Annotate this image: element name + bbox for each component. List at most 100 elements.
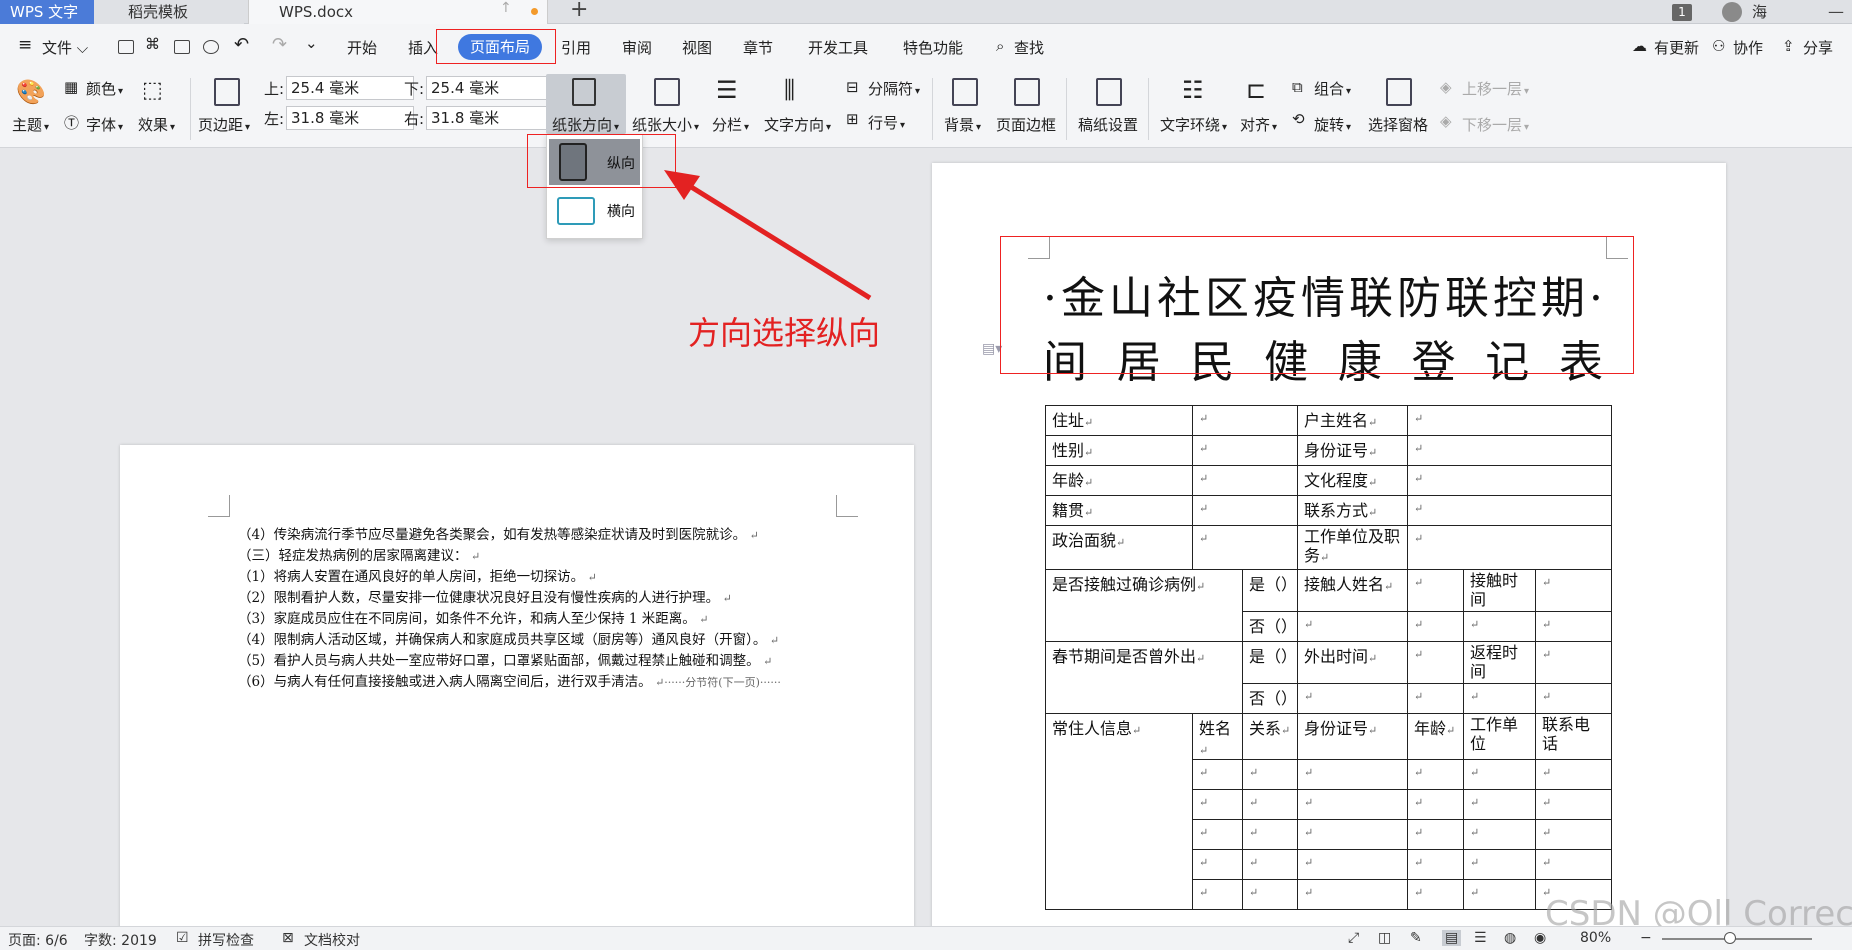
table-cell[interactable]: ↵ [1192,495,1298,526]
right-margin-input[interactable]: 31.8 毫米 [426,106,554,130]
save-icon[interactable] [118,40,134,54]
table-cell[interactable]: ↵ [1407,435,1612,466]
table-cell[interactable]: ↵ [1192,789,1243,820]
print-icon[interactable] [174,40,190,54]
tab-insert[interactable]: 插入 [408,37,438,58]
table-cell[interactable]: 年龄↵ [1045,465,1193,496]
table-cell[interactable]: ↵ [1297,683,1408,714]
table-cell[interactable]: 性别↵ [1045,435,1193,466]
file-menu[interactable]: 文件 ⌵ [42,37,88,58]
table-cell[interactable]: 常住人信息↵ [1045,713,1193,910]
table-cell[interactable]: ↵ [1535,569,1612,612]
hamburger-icon[interactable]: ≡ [18,35,32,55]
registration-table[interactable]: 住址↵ ↵ 户主姓名↵ ↵ 性别↵ ↵ 身份证号↵ ↵ 年龄↵ ↵ 文化程度↵ … [1045,405,1612,910]
group-button[interactable]: 组合 [1314,78,1351,99]
table-cell[interactable]: ↵ [1463,759,1536,790]
left-margin-input[interactable]: 31.8 毫米 [286,106,414,130]
table-cell[interactable]: 是否接触过确诊病例↵ [1045,569,1243,642]
table-cell[interactable]: ↵ [1297,879,1408,910]
table-cell[interactable]: ↵ [1297,759,1408,790]
table-cell[interactable]: ↵ [1192,759,1243,790]
table-cell[interactable]: ↵ [1407,465,1612,496]
table-cell[interactable]: ↵ [1407,525,1612,570]
collaborate-button[interactable]: 协作 [1733,37,1763,58]
tab-wps-app[interactable]: WPS 文字 [0,0,94,24]
columns-button[interactable]: 分栏 [712,114,749,135]
document-page-left[interactable]: （4）传染病流行季节应尽量避免各类聚会，如有发热等感染症状请及时到医院就诊。 ↵… [120,445,914,950]
table-cell[interactable]: 关系↵ [1242,713,1298,760]
avatar[interactable] [1722,2,1742,22]
table-cell[interactable]: ↵ [1535,819,1612,850]
columns-icon[interactable]: ☰ [716,76,738,104]
upload-icon[interactable]: ↑ [500,0,512,16]
fullscreen-icon[interactable]: ⤢ [1348,930,1359,946]
format-painter-icon[interactable]: ⌘ [145,35,160,53]
word-count[interactable]: 字数: 2019 [84,930,157,950]
table-cell[interactable]: 文化程度↵ [1297,465,1408,496]
search-icon[interactable]: ⌕ [996,37,1004,55]
table-cell[interactable]: 外出时间↵ [1297,641,1408,684]
table-cell[interactable]: ↵ [1297,611,1408,642]
table-cell[interactable]: ↵ [1407,641,1464,684]
background-icon[interactable] [952,78,978,106]
table-cell[interactable]: ↵ [1407,879,1464,910]
table-cell[interactable]: ↵ [1407,789,1464,820]
user-name[interactable]: 海 [1752,0,1767,24]
table-cell[interactable]: ↵ [1463,849,1536,880]
table-cell[interactable]: ↵ [1192,879,1243,910]
tab-features[interactable]: 特色功能 [903,37,963,58]
page-view-icon[interactable]: ▤ [1442,930,1462,946]
table-cell[interactable]: 身份证号↵ [1297,435,1408,466]
table-cell[interactable]: ↵ [1463,611,1536,642]
table-cell[interactable]: 联系电话 [1535,713,1612,760]
redo-icon[interactable]: ↷ [272,34,287,55]
grid-paper-icon[interactable] [1096,78,1122,106]
edit-mode-icon[interactable]: ✎ [1410,930,1422,946]
table-cell[interactable]: 政治面貌↵ [1045,525,1193,570]
vertical-scrollbar[interactable] [1842,148,1852,926]
table-cell[interactable]: ↵ [1463,683,1536,714]
color-button[interactable]: 颜色 [86,78,123,99]
bring-forward-button[interactable]: 上移一层 [1462,78,1529,99]
table-cell[interactable]: ↵ [1535,849,1612,880]
share-button[interactable]: 分享 [1803,37,1833,58]
top-margin-input[interactable]: 25.4 毫米 [286,76,414,100]
table-cell[interactable]: 工作单位 [1463,713,1536,760]
table-cell[interactable]: 工作单位及职务↵ [1297,525,1408,570]
rotate-button[interactable]: 旋转 [1314,114,1351,135]
page-border-icon[interactable] [1014,78,1040,106]
table-cell[interactable]: 接触人姓名↵ [1297,569,1408,612]
table-cell[interactable]: ↵ [1407,683,1464,714]
table-cell[interactable]: ↵ [1297,849,1408,880]
table-cell[interactable]: ↵ [1407,405,1612,436]
page-border-button[interactable]: 页面边框 [996,114,1056,135]
landscape-option[interactable]: 横向 [549,187,640,233]
table-cell[interactable]: ↵ [1192,849,1243,880]
table-cell[interactable]: 联系方式↵ [1297,495,1408,526]
effect-button[interactable]: 效果 [138,114,175,135]
zoom-slider-handle[interactable] [1724,932,1736,944]
table-cell[interactable]: ↵ [1242,819,1298,850]
eye-protection-icon[interactable]: ◉ [1534,930,1546,946]
selection-pane-icon[interactable] [1386,78,1412,106]
tab-start[interactable]: 开始 [347,37,377,58]
minimize-icon[interactable]: — [1828,0,1844,24]
update-button[interactable]: 有更新 [1654,37,1699,58]
table-cell[interactable]: ↵ [1407,759,1464,790]
table-cell[interactable]: ↵ [1192,405,1298,436]
table-cell[interactable]: ↵ [1463,789,1536,820]
table-cell[interactable]: 住址↵ [1045,405,1193,436]
window-count-badge[interactable]: 1 [1672,4,1692,21]
table-cell[interactable]: ↵ [1192,435,1298,466]
undo-icon[interactable]: ↶ [234,34,249,55]
table-cell[interactable]: ↵ [1407,819,1464,850]
table-cell[interactable]: ↵ [1463,879,1536,910]
grid-paper-button[interactable]: 稿纸设置 [1078,114,1138,135]
table-cell[interactable]: ↵ [1192,525,1298,570]
table-cell[interactable]: ↵ [1535,759,1612,790]
tab-developer[interactable]: 开发工具 [808,37,868,58]
table-cell[interactable]: ↵ [1192,819,1243,850]
theme-button[interactable]: 主题 [12,114,49,135]
print-preview-icon[interactable] [203,40,219,54]
page-indicator[interactable]: 页面: 6/6 [8,930,68,950]
